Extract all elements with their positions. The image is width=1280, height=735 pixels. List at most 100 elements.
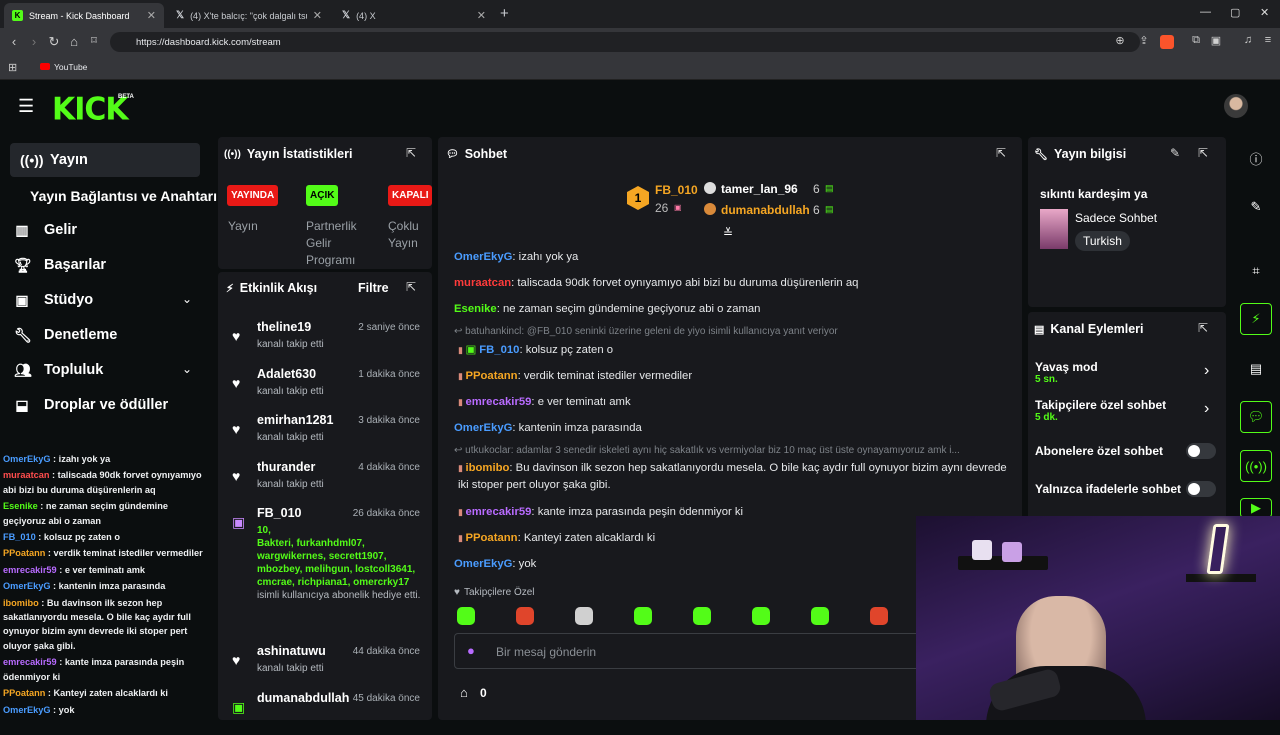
info-icon[interactable]: ⓘ — [1240, 142, 1272, 174]
chat-username[interactable]: FB_010 — [479, 344, 519, 356]
edit-icon[interactable]: ✎ — [1170, 146, 1180, 160]
share-icon[interactable]: ⇪ — [1134, 34, 1154, 47]
close-tab-icon[interactable]: ✕ — [477, 9, 486, 22]
store-icon[interactable]: ⌂ — [460, 685, 468, 700]
forward-icon[interactable]: › — [24, 34, 44, 49]
document-icon[interactable]: ▤ — [1240, 353, 1272, 385]
category-name[interactable]: Sadece Sohbet — [1075, 211, 1157, 225]
activity-username[interactable]: theline19 — [257, 320, 311, 334]
microphone-icon[interactable]: ● — [467, 643, 475, 658]
chat-username[interactable]: ibomibo — [465, 462, 509, 474]
close-tab-icon[interactable]: ✕ — [147, 9, 156, 22]
emote-only-toggle[interactable] — [1186, 481, 1216, 497]
tab-x-post[interactable]: 𝕏 (4) X'te balcıç: "çok dalgalı tsunami … — [168, 3, 330, 28]
chat-reply-context[interactable]: ↩ utkukoclar: adamlar 3 senedir iskeleti… — [454, 445, 1014, 456]
chat-username[interactable]: Esenike — [454, 303, 497, 315]
emote-icon[interactable] — [811, 607, 829, 625]
expand-icon[interactable]: ⇱ — [1198, 146, 1208, 160]
followers-only-row[interactable]: Takipçilere özel sohbet 5 dk. — [1035, 398, 1166, 423]
reload-icon[interactable]: ↻ — [44, 34, 64, 50]
sidebar-item-stream-key[interactable]: Yayın Bağlantısı ve Anahtarı — [30, 180, 217, 212]
emote-icon[interactable] — [516, 607, 534, 625]
expand-icon[interactable]: ⇱ — [996, 146, 1006, 160]
activity-username[interactable]: thurander — [257, 460, 315, 474]
chat-reply-context[interactable]: ↩ batuhankincl: @FB_010 seninki üzerine … — [454, 326, 1014, 337]
chevron-right-icon[interactable]: › — [1204, 400, 1209, 418]
activity-description: isimli kullanıcıya abonelik hediye etti. — [257, 590, 421, 601]
sidebar-item-yayin[interactable]: ((•)) Yayın — [10, 143, 200, 177]
url-input[interactable]: https://dashboard.kick.com/stream — [110, 32, 1140, 52]
kick-logo[interactable]: KICK — [52, 91, 129, 128]
chat-username[interactable]: PPoatann — [465, 532, 517, 544]
chevron-right-icon[interactable]: › — [1204, 362, 1209, 380]
bookmark-youtube[interactable]: YouTube — [54, 62, 87, 72]
chat-text: : yok — [512, 558, 537, 570]
chat-username[interactable]: PPoatann — [465, 370, 517, 382]
brave-shield-icon[interactable] — [1160, 35, 1174, 49]
chat-username[interactable]: OmerEkyG — [454, 422, 512, 434]
edit-icon[interactable]: ✎ — [1240, 191, 1272, 223]
activity-username[interactable]: dumanabdullah — [257, 691, 349, 705]
close-window-icon[interactable]: ✕ — [1260, 6, 1269, 19]
media-icon[interactable]: ♫ — [1238, 34, 1258, 46]
chat-username[interactable]: OmerEkyG — [454, 558, 512, 570]
broadcast-icon[interactable]: ((•)) — [1240, 450, 1272, 482]
menu-icon[interactable]: ≡ — [1258, 34, 1278, 46]
close-tab-icon[interactable]: ✕ — [313, 9, 322, 22]
subscribers-only-toggle[interactable] — [1186, 443, 1216, 459]
chat-text: : Bu davinson ilk sezon hep sakatlanıyor… — [458, 462, 1007, 491]
hamburger-menu-icon[interactable]: ☰ — [18, 96, 34, 117]
emote-icon[interactable] — [693, 607, 711, 625]
chat-bubble-icon[interactable]: 💬︎ — [1240, 401, 1272, 433]
sidebar-item-gelir[interactable]: ▥ Gelir — [14, 214, 77, 246]
extensions-icon[interactable]: ⧉ — [1186, 34, 1206, 47]
focus-icon[interactable]: ⌗ — [1240, 255, 1272, 287]
sidebar-item-studyo[interactable]: ▣ Stüdyo — [14, 284, 93, 316]
tab-kick-dashboard[interactable]: K Stream - Kick Dashboard ✕ — [4, 3, 164, 28]
avatar[interactable] — [1224, 94, 1248, 118]
tab-x[interactable]: 𝕏 (4) X ✕ — [334, 3, 494, 28]
new-tab-icon[interactable]: + — [500, 5, 509, 22]
chat-username[interactable]: muraatcan — [454, 277, 511, 289]
leaderboard-name[interactable]: dumanabdullah — [721, 203, 810, 217]
chevron-down-icon[interactable]: ⌄ — [182, 292, 192, 306]
expand-icon[interactable]: ⇱ — [1198, 321, 1208, 335]
sidebar-item-denetleme[interactable]: 🔧︎ Denetleme — [14, 319, 117, 351]
emote-icon[interactable] — [575, 607, 593, 625]
filter-button[interactable]: Filtre — [358, 281, 389, 295]
emote-icon[interactable] — [870, 607, 888, 625]
activity-username[interactable]: FB_010 — [257, 506, 301, 520]
collapse-leaderboard-icon[interactable]: ≚ — [723, 226, 733, 240]
bolt-icon[interactable]: ⚡︎ — [1240, 303, 1272, 335]
sidebar-item-droplar[interactable]: ⬓ Droplar ve ödüller — [14, 389, 168, 421]
expand-icon[interactable]: ⇱ — [406, 146, 416, 160]
leaderboard-name[interactable]: FB_010 — [655, 183, 698, 197]
slow-mode-row[interactable]: Yavaş mod 5 sn. — [1035, 360, 1098, 385]
maximize-icon[interactable]: ▢ — [1230, 6, 1240, 19]
minimize-icon[interactable]: — — [1200, 6, 1211, 18]
zoom-icon[interactable]: ⊕ — [1110, 34, 1130, 47]
leaderboard-name[interactable]: tamer_lan_96 — [721, 182, 798, 196]
chat-input[interactable]: ● Bir mesaj gönderin — [454, 633, 924, 669]
expand-icon[interactable]: ⇱ — [406, 280, 416, 294]
activity-username[interactable]: Adalet630 — [257, 367, 316, 381]
bookmark-icon[interactable]: ⌑ — [84, 34, 104, 47]
chat-username[interactable]: OmerEkyG — [454, 251, 512, 263]
action-label: Takipçilere özel sohbet — [1035, 398, 1167, 412]
emote-icon[interactable] — [634, 607, 652, 625]
chat-username[interactable]: emrecakir59 — [465, 396, 531, 408]
chat-username[interactable]: emrecakir59 — [465, 506, 531, 518]
camera-icon[interactable]: ▶ — [1240, 498, 1272, 518]
apps-grid-icon[interactable]: ⊞ — [8, 61, 17, 74]
emote-icon[interactable] — [752, 607, 770, 625]
wallet-icon[interactable]: ▣ — [1206, 34, 1226, 47]
chevron-down-icon[interactable]: ⌄ — [182, 362, 192, 376]
emote-icon[interactable] — [457, 607, 475, 625]
activity-username[interactable]: emirhan1281 — [257, 413, 333, 427]
activity-username[interactable]: ashinatuwu — [257, 644, 326, 658]
home-icon[interactable]: ⌂ — [64, 34, 84, 49]
chat-message: OmerEkyG: kantenin imza parasında — [454, 420, 1014, 437]
back-icon[interactable]: ‹ — [4, 34, 24, 49]
sidebar-item-topluluk[interactable]: 👥︎ Topluluk — [14, 354, 103, 386]
sidebar-item-basarilar[interactable]: 🏆︎ Başarılar — [14, 249, 106, 281]
